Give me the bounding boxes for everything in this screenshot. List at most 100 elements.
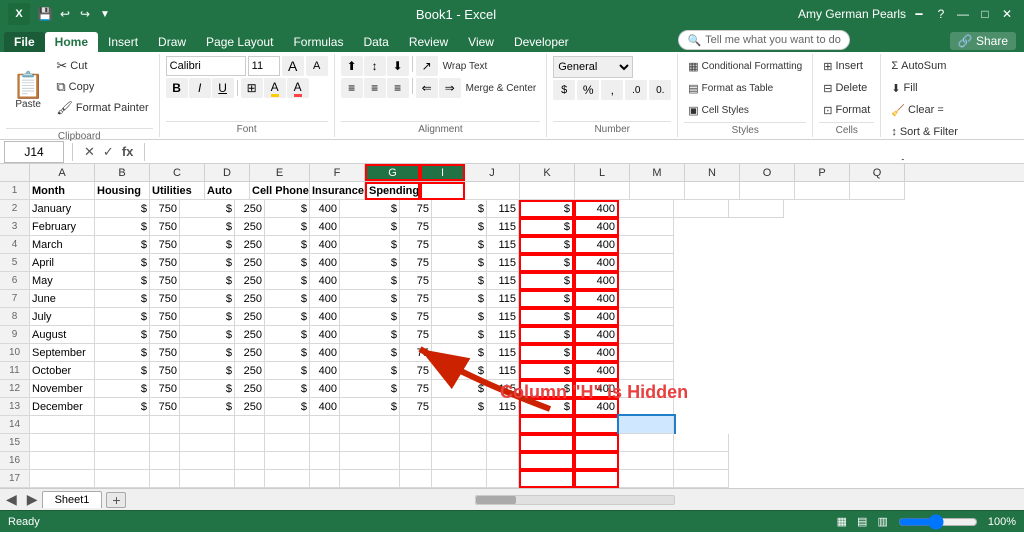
cell-d7v[interactable]: 400	[310, 290, 340, 308]
col-header-g[interactable]: G	[365, 164, 420, 181]
bold-button[interactable]: B	[166, 78, 188, 98]
row-num-2[interactable]: 2	[0, 200, 30, 218]
percent-btn[interactable]: %	[577, 80, 599, 100]
cell-a11[interactable]: October	[30, 362, 95, 380]
cell-d10v[interactable]: 400	[310, 344, 340, 362]
cell-f3[interactable]: $	[432, 218, 487, 236]
cell-c8v[interactable]: 250	[235, 308, 265, 326]
cell-i14[interactable]	[574, 416, 619, 434]
accounting-btn[interactable]: $	[553, 80, 575, 100]
cell-f11v[interactable]: 115	[487, 362, 519, 380]
cell-g12[interactable]: $	[519, 380, 574, 398]
tab-home[interactable]: Home	[45, 32, 98, 52]
cell-f6[interactable]: $	[432, 272, 487, 290]
cell-j3[interactable]	[619, 218, 674, 236]
font-name-input[interactable]	[166, 56, 246, 76]
cell-g6[interactable]: $	[519, 272, 574, 290]
row-num-7[interactable]: 7	[0, 290, 30, 308]
cell-f8v[interactable]: 115	[487, 308, 519, 326]
zoom-slider[interactable]	[898, 518, 978, 526]
cell-l1[interactable]	[575, 182, 630, 200]
cell-d12[interactable]: $	[265, 380, 310, 398]
cell-d3v[interactable]: 400	[310, 218, 340, 236]
cell-a8[interactable]: July	[30, 308, 95, 326]
cell-d5v[interactable]: 400	[310, 254, 340, 272]
cell-d2[interactable]: $	[265, 200, 310, 218]
cell-e4[interactable]: $	[340, 236, 400, 254]
cell-f9[interactable]: $	[432, 326, 487, 344]
row-num-10[interactable]: 10	[0, 344, 30, 362]
cell-d8v[interactable]: 400	[310, 308, 340, 326]
row-num-1[interactable]: 1	[0, 182, 30, 200]
cell-c4[interactable]: $	[180, 236, 235, 254]
autosum-button[interactable]: Σ AutoSum	[887, 56, 950, 76]
sort-filter-button[interactable]: ↕ Sort & Filter	[887, 122, 962, 142]
cell-j5[interactable]	[619, 254, 674, 272]
italic-button[interactable]: I	[189, 78, 211, 98]
cell-i10[interactable]: 400	[574, 344, 619, 362]
cell-a1[interactable]: Month	[30, 182, 95, 200]
cell-b1[interactable]: Housing	[95, 182, 150, 200]
maximize-btn[interactable]: □	[976, 5, 994, 23]
cell-d6v[interactable]: 400	[310, 272, 340, 290]
cell-j11[interactable]	[619, 362, 674, 380]
cell-c9v[interactable]: 250	[235, 326, 265, 344]
decrease-decimal-btn[interactable]: 0.	[649, 80, 671, 100]
cell-b7v[interactable]: 750	[150, 290, 180, 308]
cell-b12[interactable]: $	[95, 380, 150, 398]
cell-c11v[interactable]: 250	[235, 362, 265, 380]
cell-i5[interactable]: 400	[574, 254, 619, 272]
align-middle-btn[interactable]: ↕	[364, 56, 386, 76]
cell-c12v[interactable]: 250	[235, 380, 265, 398]
cell-g10[interactable]: $	[519, 344, 574, 362]
cell-d13v[interactable]: 400	[310, 398, 340, 416]
row-num-5[interactable]: 5	[0, 254, 30, 272]
cell-a7[interactable]: June	[30, 290, 95, 308]
cell-j12[interactable]	[619, 380, 674, 398]
add-sheet-button[interactable]: +	[106, 492, 126, 508]
cell-l2[interactable]	[729, 200, 784, 218]
cell-a10[interactable]: September	[30, 344, 95, 362]
cell-c2v[interactable]: 250	[235, 200, 265, 218]
col-header-k[interactable]: K	[520, 164, 575, 181]
increase-decimal-btn[interactable]: .0	[625, 80, 647, 100]
font-size-input[interactable]	[248, 56, 280, 76]
cell-e4v[interactable]: 75	[400, 236, 432, 254]
cell-f13v[interactable]: 115	[487, 398, 519, 416]
cell-d4v[interactable]: 400	[310, 236, 340, 254]
cell-e5v[interactable]: 75	[400, 254, 432, 272]
cell-c14v[interactable]	[235, 416, 265, 434]
cell-c4v[interactable]: 250	[235, 236, 265, 254]
cell-f12[interactable]: $	[432, 380, 487, 398]
cell-g9[interactable]: $	[519, 326, 574, 344]
cell-e12[interactable]: $	[340, 380, 400, 398]
cell-i7[interactable]: 400	[574, 290, 619, 308]
font-color-button[interactable]: A	[287, 78, 309, 98]
delete-button[interactable]: ⊟ Delete	[819, 78, 871, 98]
cell-b2v[interactable]: 750	[150, 200, 180, 218]
row-num-3[interactable]: 3	[0, 218, 30, 236]
cell-f3v[interactable]: 115	[487, 218, 519, 236]
cell-e11[interactable]: $	[340, 362, 400, 380]
cell-i13[interactable]: 400	[574, 398, 619, 416]
insert-button[interactable]: ⊞ Insert	[819, 56, 867, 76]
cell-e6[interactable]: $	[340, 272, 400, 290]
view-page-break-icon[interactable]: ▥	[877, 515, 887, 528]
tab-formulas[interactable]: Formulas	[283, 32, 353, 52]
cell-p1[interactable]	[795, 182, 850, 200]
cell-b7[interactable]: $	[95, 290, 150, 308]
cell-e6v[interactable]: 75	[400, 272, 432, 290]
row-num-9[interactable]: 9	[0, 326, 30, 344]
cell-g7[interactable]: $	[519, 290, 574, 308]
cell-o1[interactable]	[740, 182, 795, 200]
cell-c2[interactable]: $	[180, 200, 235, 218]
cell-b9[interactable]: $	[95, 326, 150, 344]
cell-a3[interactable]: February	[30, 218, 95, 236]
cell-c10v[interactable]: 250	[235, 344, 265, 362]
col-header-l[interactable]: L	[575, 164, 630, 181]
tab-file[interactable]: File	[4, 32, 45, 52]
cell-g14[interactable]	[519, 416, 574, 434]
cell-j14[interactable]	[619, 416, 674, 434]
name-box[interactable]	[4, 141, 64, 163]
cell-c13[interactable]: $	[180, 398, 235, 416]
